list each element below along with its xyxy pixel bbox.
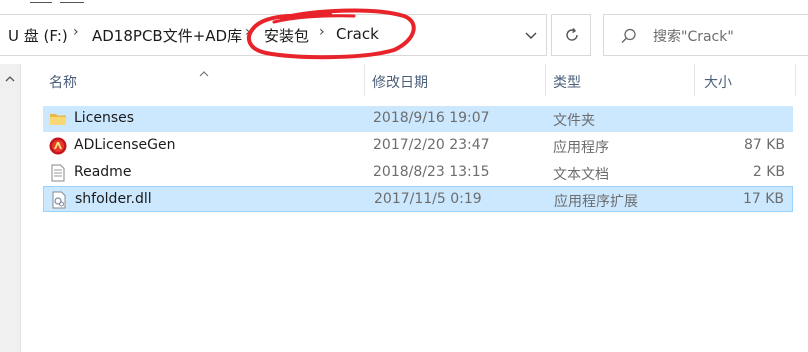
breadcrumb-crack[interactable]: Crack — [336, 25, 379, 43]
column-header-size[interactable]: 大小 — [704, 72, 732, 92]
file-row-shfolder-dll[interactable]: shfolder.dll 2017/11/5 0:19 应用程序扩展 17 KB — [43, 186, 793, 212]
breadcrumb-separator[interactable]: › — [319, 24, 325, 40]
refresh-button[interactable] — [551, 14, 591, 56]
scroll-up-icon[interactable] — [5, 71, 15, 87]
sort-up-icon — [199, 65, 209, 81]
column-divider[interactable] — [694, 64, 695, 96]
file-name: ADLicenseGen — [74, 137, 176, 153]
column-header-row: 名称 修改日期 类型 大小 — [21, 64, 808, 96]
dll-icon — [50, 191, 68, 209]
breadcrumb-separator[interactable]: › — [73, 24, 79, 40]
file-type: 文本文档 — [553, 167, 609, 183]
file-name: shfolder.dll — [75, 191, 152, 207]
file-modified: 2018/9/16 19:07 — [373, 110, 490, 126]
file-type: 文件夹 — [553, 113, 595, 129]
breadcrumb-separator[interactable]: › — [245, 24, 251, 40]
chevron-down-icon[interactable] — [520, 24, 542, 46]
navigation-pane-scrollbar[interactable] — [0, 64, 21, 352]
file-modified: 2017/11/5 0:19 — [374, 191, 482, 207]
column-divider[interactable] — [364, 64, 365, 96]
column-divider[interactable] — [545, 64, 546, 96]
clipped-text-fragment — [60, 0, 84, 3]
column-divider[interactable] — [795, 64, 796, 96]
folder-icon — [49, 110, 67, 128]
search-box[interactable]: 搜索"Crack" — [603, 14, 808, 56]
column-header-modified[interactable]: 修改日期 — [372, 72, 428, 92]
file-modified: 2018/8/23 13:15 — [373, 164, 490, 180]
address-bar[interactable]: U 盘 (F:) › AD18PCB文件+AD库 › 安装包 › Crack — [0, 14, 547, 56]
text-file-icon — [49, 164, 67, 182]
breadcrumb-drive[interactable]: U 盘 (F:) — [8, 25, 68, 46]
file-type: 应用程序扩展 — [554, 194, 638, 210]
file-type: 应用程序 — [553, 140, 609, 156]
window-top-edge — [0, 0, 808, 8]
clipped-text-fragment — [30, 0, 52, 3]
file-row-licenses[interactable]: Licenses 2018/9/16 19:07 文件夹 — [43, 106, 793, 132]
column-header-name[interactable]: 名称 — [49, 72, 77, 92]
breadcrumb-ad18pcb[interactable]: AD18PCB文件+AD库 — [92, 25, 242, 46]
file-name: Licenses — [74, 110, 135, 126]
file-size: 2 KB — [752, 164, 785, 180]
file-row-readme[interactable]: Readme 2018/8/23 13:15 文本文档 2 KB — [43, 160, 793, 186]
file-size: 87 KB — [743, 137, 785, 153]
file-name: Readme — [74, 164, 132, 180]
file-size: 17 KB — [742, 191, 784, 207]
column-header-type[interactable]: 类型 — [553, 72, 581, 92]
refresh-icon — [562, 25, 582, 49]
breadcrumb-install-package[interactable]: 安装包 — [264, 25, 309, 46]
search-input[interactable]: 搜索"Crack" — [653, 26, 734, 46]
app-icon — [49, 137, 67, 155]
file-modified: 2017/2/20 23:47 — [373, 137, 490, 153]
file-row-adlicensegen[interactable]: ADLicenseGen 2017/2/20 23:47 应用程序 87 KB — [43, 133, 793, 159]
